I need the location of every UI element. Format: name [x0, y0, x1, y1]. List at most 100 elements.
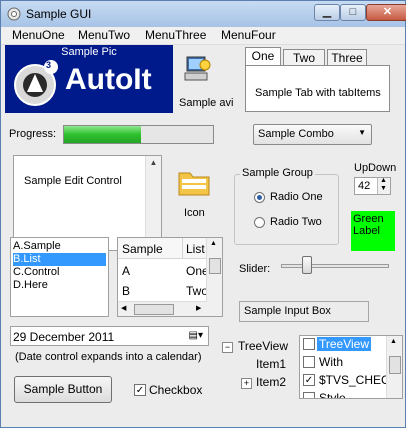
tree-root[interactable]: TreeView [238, 339, 288, 353]
tree-check-label[interactable]: TreeView [317, 337, 372, 351]
date-value: 29 December 2011 [13, 330, 115, 344]
tree-check-2[interactable]: ✓ [303, 374, 315, 386]
radio-one-label: Radio One [270, 191, 323, 203]
close-button[interactable]: ✕ [366, 4, 406, 21]
date-picker[interactable]: 29 December 2011 ▤▾ [10, 326, 209, 346]
tree-check-label[interactable]: Style [319, 391, 346, 398]
title-bar[interactable]: Sample GUI ▁ □ ✕ [1, 1, 406, 27]
tab-two-label: Two [292, 51, 315, 65]
green-label: Green Label [351, 211, 395, 251]
calendar-dropdown-icon[interactable]: ▤▾ [189, 330, 203, 341]
listview-cell: B [122, 284, 131, 298]
updown-input[interactable]: 42 ▲ ▼ [354, 177, 391, 195]
list-item[interactable]: B.List [13, 253, 106, 266]
app-window: Sample GUI ▁ □ ✕ MenuOne MenuTwo MenuThr… [0, 0, 406, 428]
edit-scrollbar[interactable]: ▲ ▼ [145, 156, 161, 250]
slider-track[interactable] [281, 264, 389, 268]
input-value: Sample Input Box [244, 305, 331, 317]
minimize-button[interactable]: ▁ [314, 4, 340, 21]
column-header[interactable]: List [186, 242, 205, 256]
avi-label: Sample avi [179, 97, 234, 109]
maximize-button[interactable]: □ [340, 4, 366, 21]
scroll-thumb[interactable] [389, 356, 401, 374]
combo-value: Sample Combo [258, 128, 334, 140]
tab-one[interactable]: One [245, 47, 281, 66]
tab-three-label: Three [331, 51, 363, 65]
edit-text: Sample Edit Control [24, 175, 122, 187]
pic-caption: Sample Pic [61, 46, 117, 58]
menu-four[interactable]: MenuFour [221, 28, 276, 42]
computer-icon [184, 56, 211, 81]
column-header[interactable]: Sample [122, 242, 163, 256]
logo-badge: 3 [46, 60, 52, 70]
client-area: Sample Pic 3 AutoIt Sample avi One Two T… [1, 45, 405, 427]
list-item[interactable]: A.Sample [13, 240, 106, 253]
autoit-logo-icon [14, 60, 58, 106]
menu-bar: MenuOne MenuTwo MenuThree MenuFour [1, 27, 405, 45]
column-divider [182, 238, 183, 258]
updown-label: UpDown [354, 162, 397, 174]
updown-spinner[interactable]: ▲ ▼ [377, 177, 390, 194]
scroll-left-icon[interactable]: ◀ [121, 304, 126, 312]
tree-check-3[interactable] [303, 392, 315, 398]
tab-two[interactable]: Two [283, 49, 325, 66]
scroll-up-icon[interactable]: ▲ [210, 240, 217, 247]
menu-one[interactable]: MenuOne [12, 28, 65, 42]
minimize-icon: ▁ [322, 6, 332, 18]
listview-cell: Two [186, 284, 209, 298]
tree-expand-icon[interactable]: + [241, 378, 252, 389]
spin-up-icon[interactable]: ▲ [380, 177, 387, 184]
tree-check-1[interactable] [303, 356, 315, 368]
scroll-up-icon[interactable]: ▲ [146, 156, 161, 170]
chevron-down-icon: ▼ [358, 128, 366, 137]
window-title: Sample GUI [26, 7, 92, 21]
maximize-icon: □ [349, 6, 357, 18]
scroll-up-icon[interactable]: ▲ [390, 338, 397, 345]
checkbox-label: Checkbox [149, 383, 203, 397]
scroll-right-icon[interactable]: ▶ [196, 304, 201, 312]
tree-collapse-icon[interactable]: − [222, 342, 233, 353]
radio-two-label: Radio Two [270, 216, 322, 228]
tree-item[interactable]: Item2 [256, 375, 286, 389]
sample-button[interactable]: Sample Button [14, 376, 112, 403]
sample-combo[interactable]: Sample Combo ▼ [253, 124, 372, 145]
group-title: Sample Group [240, 167, 315, 179]
slider-label: Slider: [239, 263, 271, 275]
menu-three[interactable]: MenuThree [145, 28, 206, 42]
menu-two[interactable]: MenuTwo [78, 28, 130, 42]
tab-content-text: Sample Tab with tabItems [255, 87, 381, 99]
progress-label: Progress: [9, 128, 57, 140]
check-icon: ✓ [135, 385, 145, 396]
logo-text: AutoIt [65, 63, 152, 96]
list-item[interactable]: C.Control [13, 266, 106, 279]
listview-cell: A [122, 264, 131, 278]
tab-one-label: One [251, 49, 275, 63]
tree-vscrollbar[interactable]: ▲ [386, 336, 402, 398]
tab-panel: Sample Tab with tabItems [245, 65, 390, 112]
sample-input[interactable]: Sample Input Box [239, 301, 369, 322]
progress-fill [64, 126, 142, 143]
spin-down-icon[interactable]: ▼ [380, 185, 387, 192]
listview-hscrollbar[interactable]: ◀ ▶ [118, 301, 207, 316]
sample-list[interactable]: A.Sample B.List C.Control D.Here [10, 237, 109, 317]
tab-three[interactable]: Three [327, 49, 367, 66]
updown-value: 42 [358, 180, 371, 192]
icon-label: Icon [184, 207, 205, 219]
tree-check-label[interactable]: With [319, 355, 343, 369]
scroll-thumb[interactable] [209, 258, 221, 274]
app-icon [7, 7, 21, 21]
progress-bar [63, 125, 214, 144]
slider-thumb[interactable] [301, 256, 312, 274]
date-note: (Date control expands into a calendar) [15, 351, 202, 363]
list-item[interactable]: D.Here [13, 279, 106, 292]
tree-checklist[interactable]: TreeView With ✓ $TVS_CHECK Style ▲ [299, 335, 403, 399]
sample-listview[interactable]: Sample List A One B Two ▲ ◀ ▶ [117, 237, 223, 317]
hscroll-thumb[interactable] [134, 304, 174, 315]
tree-check-0[interactable] [303, 338, 315, 350]
radio-one[interactable] [254, 192, 265, 203]
sample-checkbox[interactable]: ✓ [134, 384, 146, 396]
radio-two[interactable] [254, 217, 265, 228]
tree-item[interactable]: Item1 [256, 357, 286, 371]
listview-vscrollbar[interactable]: ▲ [206, 238, 222, 316]
sample-pic: Sample Pic 3 AutoIt [5, 45, 173, 113]
